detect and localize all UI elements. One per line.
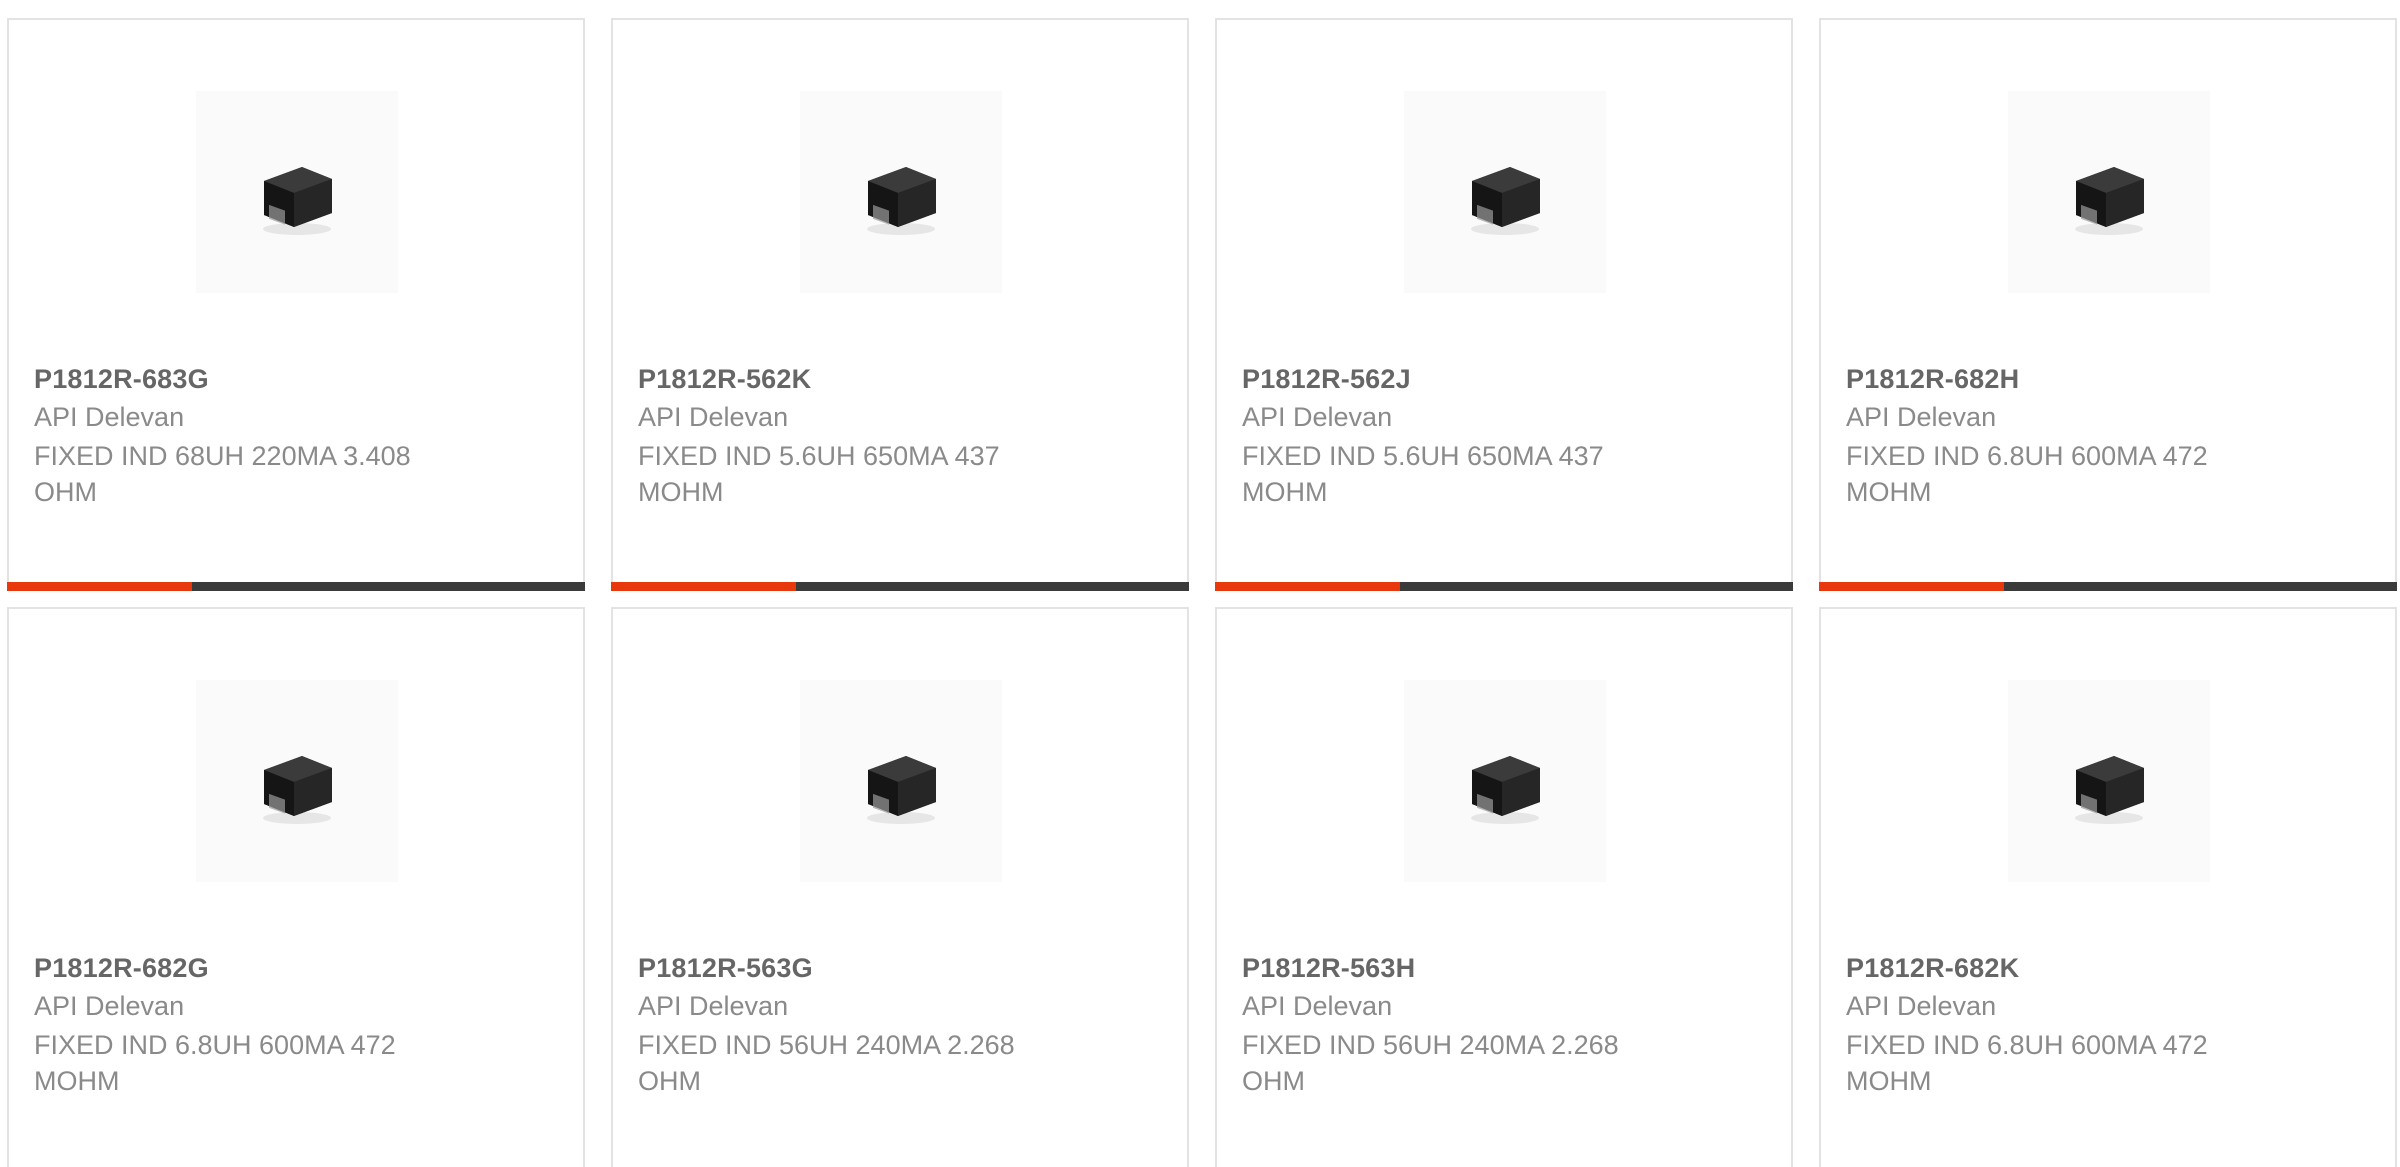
manufacturer: API Delevan <box>638 991 789 1021</box>
inductor-chip-icon <box>263 167 332 235</box>
card-footer-bar <box>7 582 585 591</box>
product-card[interactable]: P1812R-563G API Delevan FIXED IND 56UH 2… <box>611 607 1189 1167</box>
card-footer-bar <box>1819 582 2397 591</box>
product-card[interactable]: P1812R-682K API Delevan FIXED IND 6.8UH … <box>1819 607 2397 1167</box>
product-card[interactable]: P1812R-682G API Delevan FIXED IND 6.8UH … <box>7 607 585 1167</box>
manufacturer: API Delevan <box>1846 991 1997 1021</box>
inductor-chip-icon <box>1471 167 1540 235</box>
product-image[interactable] <box>196 91 398 293</box>
product-description: FIXED IND 56UH 240MA 2.268 OHM <box>638 1030 1015 1096</box>
manufacturer: API Delevan <box>1846 402 1997 432</box>
product-image[interactable] <box>196 680 398 882</box>
product-image[interactable] <box>2008 680 2210 882</box>
inductor-chip-icon <box>2075 167 2144 235</box>
inductor-chip-icon <box>867 756 936 824</box>
part-number[interactable]: P1812R-682G <box>34 953 209 984</box>
part-number[interactable]: P1812R-682K <box>1846 953 2019 984</box>
product-card[interactable]: P1812R-562K API Delevan FIXED IND 5.6UH … <box>611 18 1189 591</box>
manufacturer: API Delevan <box>34 402 185 432</box>
card-footer-accent <box>611 582 796 591</box>
product-description: FIXED IND 68UH 220MA 3.408 OHM <box>34 441 411 507</box>
manufacturer: API Delevan <box>1242 991 1393 1021</box>
manufacturer: API Delevan <box>638 402 789 432</box>
inductor-chip-icon <box>1471 756 1540 824</box>
product-image[interactable] <box>800 680 1002 882</box>
part-number[interactable]: P1812R-562K <box>638 364 811 395</box>
inductor-chip-icon <box>867 167 936 235</box>
card-footer-bar <box>611 582 1189 591</box>
product-image[interactable] <box>2008 91 2210 293</box>
product-card[interactable]: P1812R-563H API Delevan FIXED IND 56UH 2… <box>1215 607 1793 1167</box>
product-card[interactable]: P1812R-683G API Delevan FIXED IND 68UH 2… <box>7 18 585 591</box>
part-number[interactable]: P1812R-682H <box>1846 364 2019 395</box>
product-grid: P1812R-683G API Delevan FIXED IND 68UH 2… <box>0 0 2400 1167</box>
part-number[interactable]: P1812R-563G <box>638 953 813 984</box>
product-description: FIXED IND 6.8UH 600MA 472 MOHM <box>1846 1030 2208 1096</box>
product-description: FIXED IND 6.8UH 600MA 472 MOHM <box>34 1030 396 1096</box>
part-number[interactable]: P1812R-562J <box>1242 364 1411 395</box>
product-card[interactable]: P1812R-682H API Delevan FIXED IND 6.8UH … <box>1819 18 2397 591</box>
product-description: FIXED IND 6.8UH 600MA 472 MOHM <box>1846 441 2208 507</box>
product-image[interactable] <box>1404 91 1606 293</box>
card-footer-accent <box>1215 582 1400 591</box>
card-footer-accent <box>7 582 192 591</box>
part-number[interactable]: P1812R-563H <box>1242 953 1415 984</box>
product-image[interactable] <box>1404 680 1606 882</box>
product-card[interactable]: P1812R-562J API Delevan FIXED IND 5.6UH … <box>1215 18 1793 591</box>
inductor-chip-icon <box>2075 756 2144 824</box>
part-number[interactable]: P1812R-683G <box>34 364 209 395</box>
product-description: FIXED IND 5.6UH 650MA 437 MOHM <box>638 441 1000 507</box>
inductor-chip-icon <box>263 756 332 824</box>
product-description: FIXED IND 5.6UH 650MA 437 MOHM <box>1242 441 1604 507</box>
product-image[interactable] <box>800 91 1002 293</box>
manufacturer: API Delevan <box>1242 402 1393 432</box>
card-footer-bar <box>1215 582 1793 591</box>
manufacturer: API Delevan <box>34 991 185 1021</box>
product-description: FIXED IND 56UH 240MA 2.268 OHM <box>1242 1030 1619 1096</box>
card-footer-accent <box>1819 582 2004 591</box>
